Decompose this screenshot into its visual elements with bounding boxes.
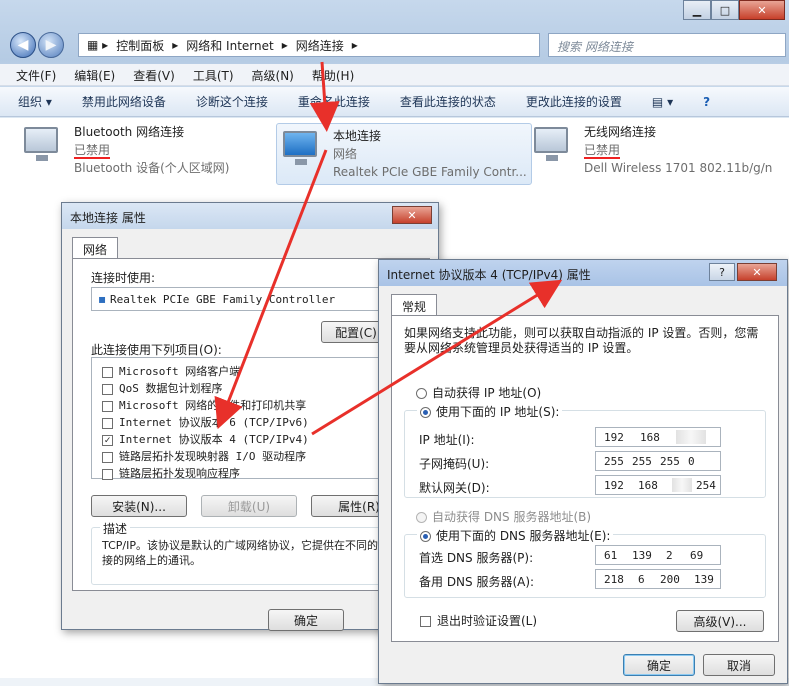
annotation-arrow xyxy=(214,149,328,430)
annotation-arrows xyxy=(214,61,563,436)
annotation-arrow xyxy=(311,279,563,436)
annotation-arrow xyxy=(309,61,340,132)
